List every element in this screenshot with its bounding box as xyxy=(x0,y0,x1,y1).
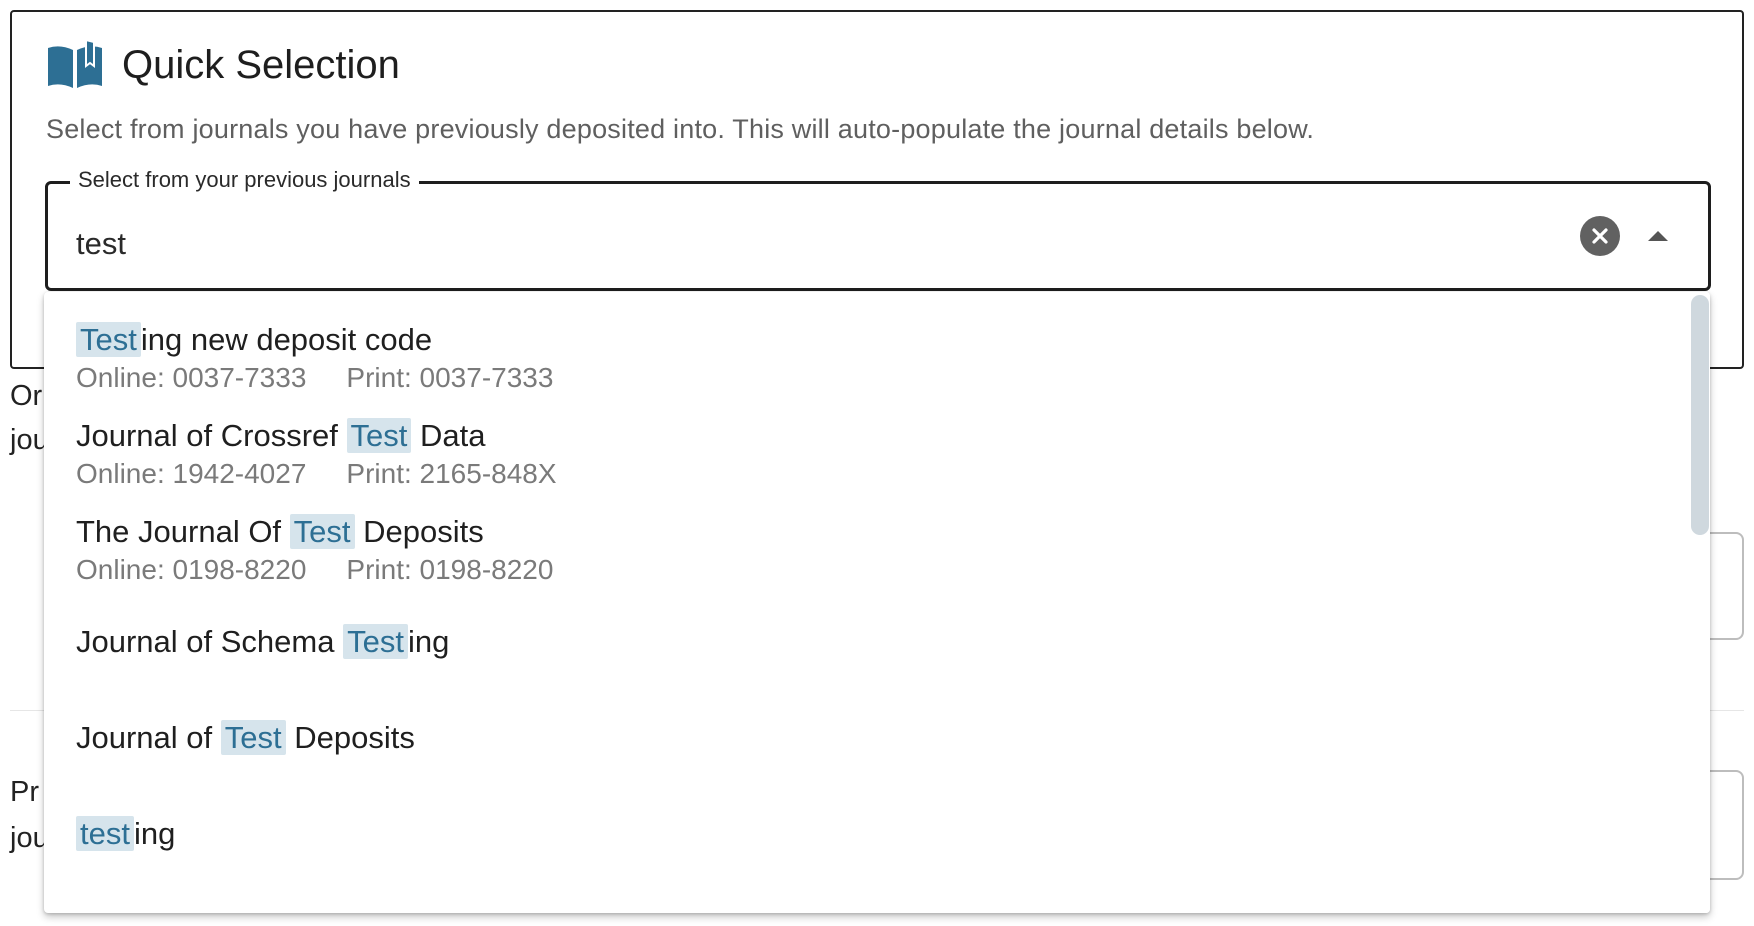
match-highlight: Test xyxy=(76,322,141,357)
match-highlight: test xyxy=(76,816,134,851)
journal-search-input[interactable] xyxy=(76,226,1276,262)
card-description: Select from journals you have previously… xyxy=(46,114,1315,144)
match-highlight: Test xyxy=(289,514,355,549)
caret-up-icon[interactable] xyxy=(1642,220,1674,252)
option-title: The Journal Of Test Deposits xyxy=(76,514,484,549)
match-highlight: Test xyxy=(343,624,408,659)
option-testing[interactable]: test ing xyxy=(76,814,175,854)
scrollbar-thumb[interactable] xyxy=(1691,295,1709,535)
journal-options-listbox[interactable]: Test ing new deposit code Online: 0037-73… xyxy=(44,292,1710,913)
option-testing-new-deposit-code[interactable]: Test ing new deposit code Online: 0037-73… xyxy=(76,320,553,396)
book-open-icon xyxy=(46,38,104,92)
online-issn: Online: 0037-7333 xyxy=(76,362,307,393)
print-section-label-2: jou xyxy=(10,822,49,854)
print-issn: Print: 0037-7333 xyxy=(346,362,554,393)
online-section-label-2: jou xyxy=(10,424,49,456)
option-journal-of-test-deposits[interactable]: Journal of Test Deposits xyxy=(76,718,415,758)
option-title: Journal of Test Deposits xyxy=(76,720,415,755)
option-journal-of-crossref-test-data[interactable]: Journal of Crossref Test Data Online: 19… xyxy=(76,416,557,492)
clear-circle-icon[interactable] xyxy=(1580,216,1620,256)
journal-form-page: Or jou Pr jou Quick Selection Select fro… xyxy=(0,0,1754,926)
print-issn: Print: 2165-848X xyxy=(346,458,557,489)
option-title: Test ing new deposit code xyxy=(76,320,553,360)
option-issns: Online: 0198-8220 Print: 0198-8220 xyxy=(76,552,553,588)
card-header: Quick Selection xyxy=(46,38,400,92)
option-issns: Online: 1942-4027 Print: 2165-848X xyxy=(76,456,557,492)
match-highlight: Test xyxy=(346,418,412,453)
option-title: Journal of Crossref Test Data xyxy=(76,418,486,453)
match-highlight: Test xyxy=(220,720,286,755)
print-issn: Print: 0198-8220 xyxy=(346,554,554,585)
previous-journals-autocomplete[interactable]: Select from your previous journals xyxy=(45,167,1711,291)
field-label: Select from your previous journals xyxy=(70,167,419,193)
online-issn: Online: 1942-4027 xyxy=(76,458,307,489)
option-title: test ing xyxy=(76,814,175,854)
option-journal-of-test-deposits-the[interactable]: The Journal Of Test Deposits Online: 019… xyxy=(76,512,553,588)
card-title: Quick Selection xyxy=(122,42,400,87)
option-title: Journal of Schema Test ing xyxy=(76,624,450,659)
online-issn: Online: 0198-8220 xyxy=(76,554,307,585)
print-section-label: Pr xyxy=(10,776,39,808)
option-journal-of-schema-testing[interactable]: Journal of Schema Test ing xyxy=(76,622,449,662)
option-issns: Online: 0037-7333 Print: 0037-7333 xyxy=(76,360,553,396)
online-section-label: Or xyxy=(10,380,43,412)
